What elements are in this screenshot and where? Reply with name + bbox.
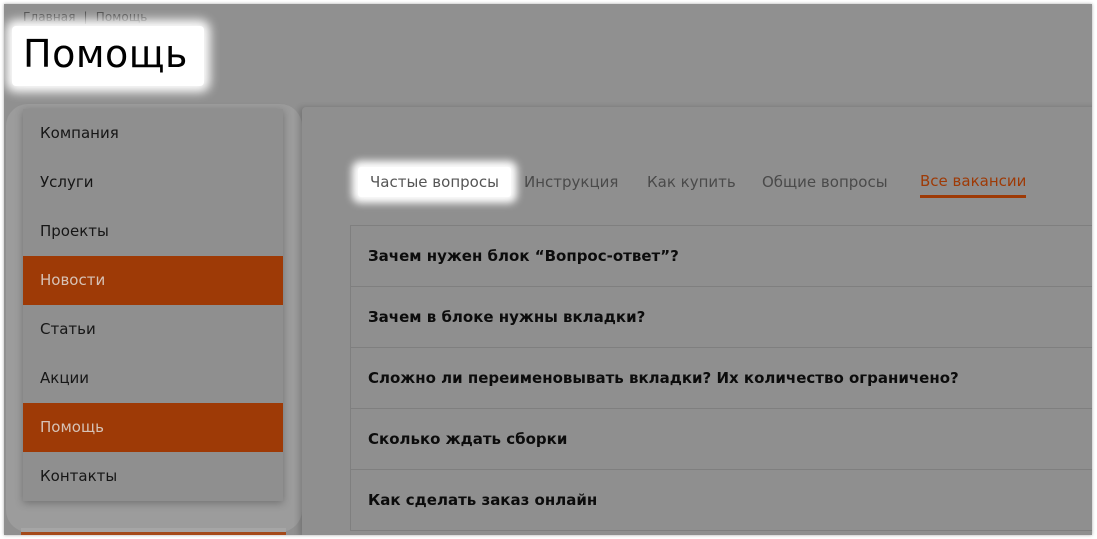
sidebar-item-promotions[interactable]: Акции — [23, 354, 283, 403]
sidebar-menu: Компания Услуги Проекты Новости Статьи А… — [23, 109, 283, 501]
faq-question[interactable]: Сколько ждать сборки — [351, 409, 1092, 470]
faq-question[interactable]: Зачем нужен блок “Вопрос-ответ”? — [351, 226, 1092, 287]
sidebar-item-projects[interactable]: Проекты — [23, 207, 283, 256]
breadcrumb-current: Помощь — [95, 10, 148, 24]
breadcrumb-home-link[interactable]: Главная — [23, 10, 76, 24]
faq-question[interactable]: Как сделать заказ онлайн — [351, 470, 1092, 531]
tab-all-vacancies[interactable]: Все вакансии — [920, 167, 1027, 198]
faq-question[interactable]: Зачем в блоке нужны вкладки? — [351, 287, 1092, 348]
tab-instructions[interactable]: Инструкция — [524, 167, 618, 197]
page-frame: Главная | Помощь Помощь Компания Услуги Пр… — [4, 4, 1092, 535]
breadcrumb-separator: | — [83, 10, 88, 24]
sidebar-item-services[interactable]: Услуги — [23, 158, 283, 207]
sidebar-item-contacts[interactable]: Контакты — [23, 452, 283, 501]
sidebar-item-help[interactable]: Помощь — [23, 403, 283, 452]
main-content: Частые вопросы Инструкция Как купить Общ… — [302, 107, 1092, 535]
faq-list: Зачем нужен блок “Вопрос-ответ”? Зачем в… — [350, 225, 1092, 531]
sidebar-footer-accent — [21, 532, 286, 535]
breadcrumb: Главная | Помощь — [23, 10, 147, 24]
faq-question[interactable]: Сложно ли переименовывать вкладки? Их ко… — [351, 348, 1092, 409]
sidebar-item-company[interactable]: Компания — [23, 109, 283, 158]
sidebar-item-articles[interactable]: Статьи — [23, 305, 283, 354]
tab-how-to-buy[interactable]: Как купить — [647, 167, 736, 197]
sidebar-item-news[interactable]: Новости — [23, 256, 283, 305]
tab-general-questions[interactable]: Общие вопросы — [762, 167, 888, 197]
page-title: Помощь — [23, 32, 188, 76]
tab-faq[interactable]: Частые вопросы — [358, 167, 511, 197]
page-title-highlight: Помощь — [12, 26, 204, 86]
